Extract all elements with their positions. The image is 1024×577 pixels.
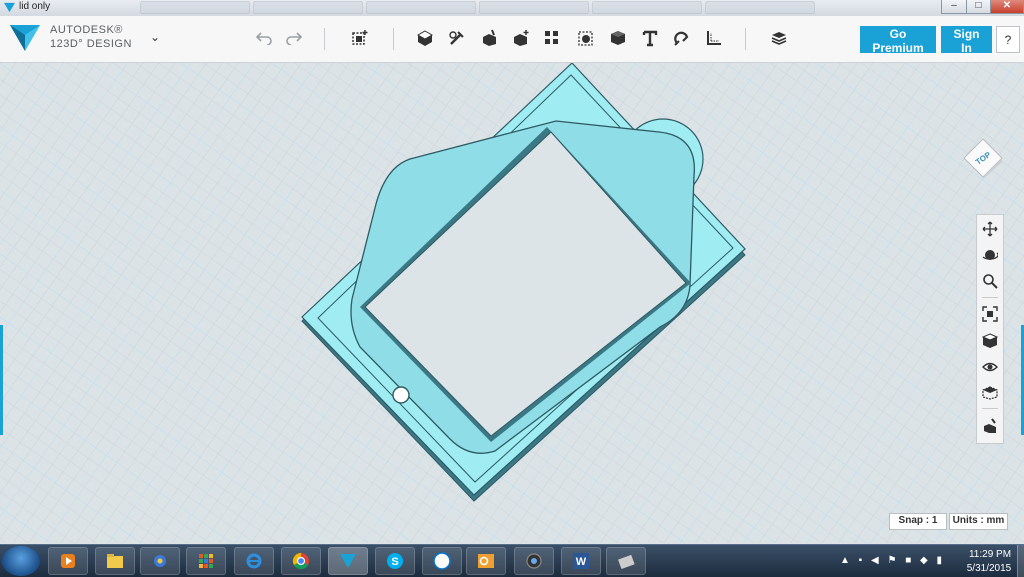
app-grid-icon[interactable] (186, 547, 226, 575)
autodesk-app-icon (4, 2, 15, 13)
background-tab[interactable] (366, 1, 476, 14)
background-tab[interactable] (592, 1, 702, 14)
show-desktop-button[interactable] (1017, 545, 1024, 577)
app-menu-chevron-down-icon[interactable]: ⌄ (150, 30, 160, 44)
snap-icon[interactable] (671, 26, 693, 50)
skype-icon[interactable]: S (375, 547, 415, 575)
internet-explorer-icon[interactable] (234, 547, 274, 575)
design-viewport[interactable]: TOP Snap : 1 Units : mm (0, 63, 1024, 543)
redo-icon[interactable] (283, 26, 305, 50)
system-tray-icons[interactable]: ▲ ▪ ◀ ⚑ ■ ◆ ▮ (840, 555, 945, 566)
material-icon[interactable] (768, 26, 790, 50)
close-button[interactable]: ✕ (990, 0, 1024, 14)
background-tab[interactable] (140, 1, 250, 14)
background-tab[interactable] (253, 1, 363, 14)
primitives-icon[interactable] (349, 26, 371, 50)
background-tabs (140, 1, 815, 15)
toolbar-divider (745, 28, 746, 50)
main-toolbar: AUTODESK® 123D° DESIGN ⌄ Go Premium Sign… (0, 16, 1024, 63)
grid-canvas (0, 63, 1024, 543)
pan-icon[interactable] (980, 219, 1000, 239)
navbar-divider (982, 408, 998, 409)
media-player-icon[interactable] (48, 547, 88, 575)
views-icon[interactable] (980, 331, 1000, 351)
sign-in-button[interactable]: Sign In (941, 26, 992, 55)
svg-text:W: W (576, 556, 587, 568)
pattern-icon[interactable] (510, 26, 532, 50)
orbit-icon[interactable] (980, 245, 1000, 265)
navbar-divider (982, 297, 998, 298)
view-cube[interactable]: TOP (962, 137, 1004, 179)
dell-icon[interactable] (422, 547, 462, 575)
sketch-icon[interactable] (414, 26, 436, 50)
go-premium-button[interactable]: Go Premium (860, 26, 936, 55)
measure-cube-icon[interactable] (607, 26, 629, 50)
material-display-icon[interactable] (980, 382, 1000, 402)
combine-icon[interactable] (575, 26, 597, 50)
background-tab[interactable] (705, 1, 815, 14)
units-status[interactable]: Units : mm (949, 513, 1008, 530)
settings-icon[interactable] (980, 416, 1000, 436)
undo-icon[interactable] (253, 26, 275, 50)
window-title-bar: lid only – □ ✕ (0, 0, 1024, 17)
windows-taskbar: S W ▲ ▪ ◀ ⚑ ■ ◆ ▮ 11:29 PM 5/31/2015 (0, 544, 1024, 577)
construct-icon[interactable] (446, 26, 468, 50)
game-icon[interactable] (140, 547, 180, 575)
grouping-icon[interactable] (541, 26, 563, 50)
clock-time[interactable]: 11:29 PM (968, 549, 1012, 560)
minimize-button[interactable]: – (941, 0, 967, 14)
left-panel-handle[interactable] (0, 325, 3, 435)
snap-status[interactable]: Snap : 1 (889, 513, 947, 530)
brand-autodesk: AUTODESK® (50, 24, 123, 36)
toolbar-divider (324, 28, 325, 50)
svg-text:S: S (391, 556, 398, 568)
navigation-bar (976, 214, 1004, 444)
help-button[interactable]: ? (996, 26, 1020, 53)
camera-icon[interactable] (514, 547, 554, 575)
measure-icon[interactable] (703, 26, 725, 50)
fit-icon[interactable] (980, 304, 1000, 324)
word-icon[interactable]: W (561, 547, 601, 575)
autodesk-123d-icon[interactable] (328, 547, 368, 575)
start-button[interactable] (2, 546, 40, 576)
visibility-icon[interactable] (980, 357, 1000, 377)
toolbar-divider (393, 28, 394, 50)
autodesk-logo[interactable] (8, 21, 42, 55)
background-tab[interactable] (479, 1, 589, 14)
clock-date[interactable]: 5/31/2015 (964, 563, 1014, 574)
file-explorer-icon[interactable] (95, 547, 135, 575)
window-title: lid only (19, 1, 51, 12)
text-icon[interactable] (639, 26, 661, 50)
outlook-icon[interactable] (466, 547, 506, 575)
maximize-button[interactable]: □ (966, 0, 991, 14)
modify-icon[interactable] (478, 26, 500, 50)
chrome-icon[interactable] (281, 547, 321, 575)
misc-app-icon[interactable] (606, 547, 646, 575)
zoom-icon[interactable] (980, 271, 1000, 291)
brand-product: 123D° DESIGN (50, 38, 132, 50)
